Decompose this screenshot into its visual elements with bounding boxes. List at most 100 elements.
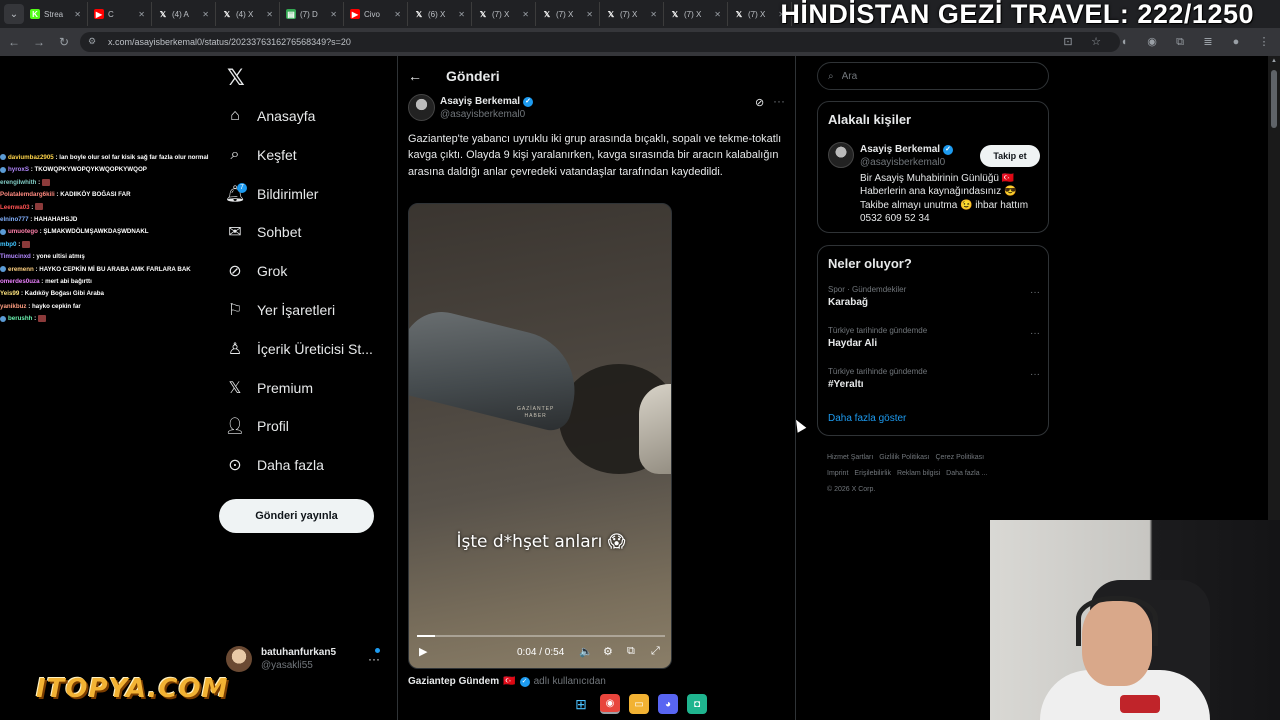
follow-button[interactable]: Takip et	[980, 145, 1040, 167]
sidebar-item-bildirimler[interactable]: 🔔︎ 7 Bildirimler	[218, 178, 318, 210]
sidebar-item-daha-fazla[interactable]: ⊙ Daha fazla	[218, 449, 324, 481]
tweet-video[interactable]: GAZİANTEP HABER İşte d*hşet anları 😱 ▶ 0…	[408, 203, 672, 669]
footer-link[interactable]: Reklam bilgisi	[897, 470, 940, 477]
scrollbar-thumb[interactable]	[1271, 70, 1277, 128]
settings-gear-icon[interactable]: ⚙	[603, 645, 613, 658]
video-progress-bar[interactable]	[417, 635, 665, 637]
tweet-more-icon[interactable]: ···	[773, 94, 785, 108]
sidebar-item-keşfet[interactable]: ⌕ Keşfet	[218, 139, 297, 171]
browser-tab[interactable]: 𝕏 (7) X ✕	[536, 2, 600, 26]
browser-tab[interactable]: 𝕏 (6) X ✕	[408, 2, 472, 26]
sidebar-item-sohbet[interactable]: ✉ Sohbet	[218, 216, 301, 248]
scrollbar[interactable]: ▲	[1268, 56, 1280, 526]
browser-tab[interactable]: 𝕏 (7) X ✕	[600, 2, 664, 26]
browser-tab[interactable]: 𝕏 (7) X ✕	[664, 2, 728, 26]
grok-explain-icon[interactable]: ⊘	[755, 96, 764, 109]
play-icon[interactable]: ▶	[419, 645, 427, 658]
tweet-text: Gaziantep'te yabancı uyruklu iki grup ar…	[408, 133, 782, 178]
chat-username: Timucinxd	[0, 253, 31, 261]
install-icon[interactable]: ⊡	[1060, 34, 1076, 50]
browser-tab[interactable]: 𝕏 (4) A ✕	[152, 2, 216, 26]
extension-shield-icon[interactable]: ◉	[1144, 34, 1160, 50]
reading-list-icon[interactable]: ≣	[1200, 34, 1216, 50]
video-source-attribution[interactable]: Gaziantep Gündem 🇹🇷 ✓ adlı kullanıcıdan	[408, 676, 606, 687]
close-tab-icon[interactable]: ✕	[394, 10, 401, 19]
extension-audio-icon[interactable]: ◖	[1116, 34, 1132, 50]
footer-link[interactable]: Imprint	[827, 470, 848, 477]
close-tab-icon[interactable]: ✕	[202, 10, 209, 19]
search-input[interactable]	[841, 70, 1022, 82]
trend-item[interactable]: Türkiye tarihinde gündemde Haydar Ali ···	[828, 326, 1040, 349]
back-arrow-icon[interactable]: ←	[408, 68, 424, 84]
extensions-puzzle-icon[interactable]: ⧉	[1172, 34, 1188, 50]
browser-tab[interactable]: 𝕏 (4) X ✕	[216, 2, 280, 26]
scroll-up-icon[interactable]: ▲	[1271, 58, 1277, 64]
profile-avatar-icon[interactable]: ●	[1228, 34, 1244, 50]
picture-in-picture-icon[interactable]: ⧉	[627, 645, 635, 658]
profile-icon: 👤︎	[224, 418, 246, 435]
sidebar-item-yer-i-şaretleri[interactable]: ⚐ Yer İşaretleri	[218, 294, 335, 326]
close-tab-icon[interactable]: ✕	[586, 10, 593, 19]
sidebar-item-anasayfa[interactable]: ⌂ Anasayfa	[218, 100, 315, 132]
chat-message: yanikbuz : hayko cepkin far	[0, 301, 230, 313]
tab-search-icon[interactable]: ⌄	[4, 4, 24, 24]
windows-start-icon[interactable]: ⊞	[571, 694, 591, 714]
show-more-link[interactable]: Daha fazla göster	[828, 413, 906, 424]
tweet-author-handle[interactable]: @asayisberkemal0	[440, 109, 525, 120]
footer-link[interactable]: Daha fazla ...	[946, 470, 987, 477]
sidebar-item-premium[interactable]: 𝕏 Premium	[218, 372, 313, 404]
back-icon[interactable]: ←	[3, 31, 25, 53]
browser-tab[interactable]: ▶ C ✕	[88, 2, 152, 26]
sidebar-item-grok[interactable]: ⊘ Grok	[218, 255, 287, 287]
footer-link[interactable]: Erişilebilirlik	[854, 470, 891, 477]
trend-item[interactable]: Spor · Gündemdekiler Karabağ ···	[828, 285, 1040, 308]
tweet-author-avatar[interactable]	[408, 94, 435, 121]
sidebar-item-label: Yer İşaretleri	[257, 302, 336, 318]
app-icon[interactable]: ◘	[687, 694, 707, 714]
sidebar-item-i-çerik-üreticisi-st-[interactable]: ♙ İçerik Üreticisi St...	[218, 333, 373, 365]
sidebar-item-profil[interactable]: 👤︎ Profil	[218, 410, 289, 442]
close-tab-icon[interactable]: ✕	[330, 10, 337, 19]
x-logo-icon[interactable]: 𝕏	[227, 66, 245, 91]
close-tab-icon[interactable]: ✕	[650, 10, 657, 19]
related-avatar[interactable]	[828, 142, 854, 168]
more-icon[interactable]: ···	[368, 652, 380, 666]
related-handle[interactable]: @asayisberkemal0	[860, 157, 945, 168]
post-button[interactable]: Gönderi yayınla	[219, 499, 374, 533]
reload-icon[interactable]: ↻	[53, 31, 75, 53]
forward-icon[interactable]: →	[28, 31, 50, 53]
trend-item[interactable]: Türkiye tarihinde gündemde #Yeraltı ···	[828, 367, 1040, 390]
account-switcher[interactable]: batuhanfurkan5 @yasakli55 ···	[226, 642, 386, 676]
close-tab-icon[interactable]: ✕	[714, 10, 721, 19]
bookmark-star-icon[interactable]: ☆	[1088, 34, 1104, 50]
browser-tab[interactable]: ▤ (7) D ✕	[280, 2, 344, 26]
chrome-menu-icon[interactable]: ⋮	[1256, 34, 1272, 50]
fullscreen-icon[interactable]: ⤢	[651, 645, 660, 658]
trend-more-icon[interactable]: ···	[1030, 369, 1040, 380]
url-text[interactable]: x.com/asayisberkemal0/status/20233763162…	[108, 37, 351, 47]
footer-link[interactable]: Çerez Politikası	[935, 454, 984, 461]
footer-link[interactable]: Hizmet Şartları	[827, 454, 873, 461]
sidebar-item-label: Bildirimler	[257, 186, 319, 202]
tweet-author-name[interactable]: Asayiş Berkemal ✓	[440, 96, 534, 107]
close-tab-icon[interactable]: ✕	[458, 10, 465, 19]
address-bar[interactable]: ⚙ x.com/asayisberkemal0/status/202337631…	[80, 32, 1120, 52]
browser-tab[interactable]: 𝕏 (7) X ✕	[472, 2, 536, 26]
related-name[interactable]: Asayiş Berkemal ✓	[860, 144, 954, 155]
page-title: Gönderi	[446, 68, 500, 84]
close-tab-icon[interactable]: ✕	[74, 10, 81, 19]
trend-more-icon[interactable]: ···	[1030, 287, 1040, 298]
browser-tab[interactable]: K Strea ✕	[24, 2, 88, 26]
footer-link[interactable]: Gizlilik Politikası	[879, 454, 929, 461]
close-tab-icon[interactable]: ✕	[266, 10, 273, 19]
trend-more-icon[interactable]: ···	[1030, 328, 1040, 339]
site-info-icon[interactable]: ⚙	[88, 36, 100, 48]
close-tab-icon[interactable]: ✕	[138, 10, 145, 19]
close-tab-icon[interactable]: ✕	[522, 10, 529, 19]
volume-icon[interactable]: 🔈	[579, 645, 593, 658]
browser-tab[interactable]: ▶ Civo ✕	[344, 2, 408, 26]
search-box[interactable]: ⌕	[817, 62, 1049, 90]
file-explorer-icon[interactable]: ▭	[629, 694, 649, 714]
chrome-icon[interactable]: ◉	[600, 694, 620, 714]
discord-icon[interactable]: ◕	[658, 694, 678, 714]
